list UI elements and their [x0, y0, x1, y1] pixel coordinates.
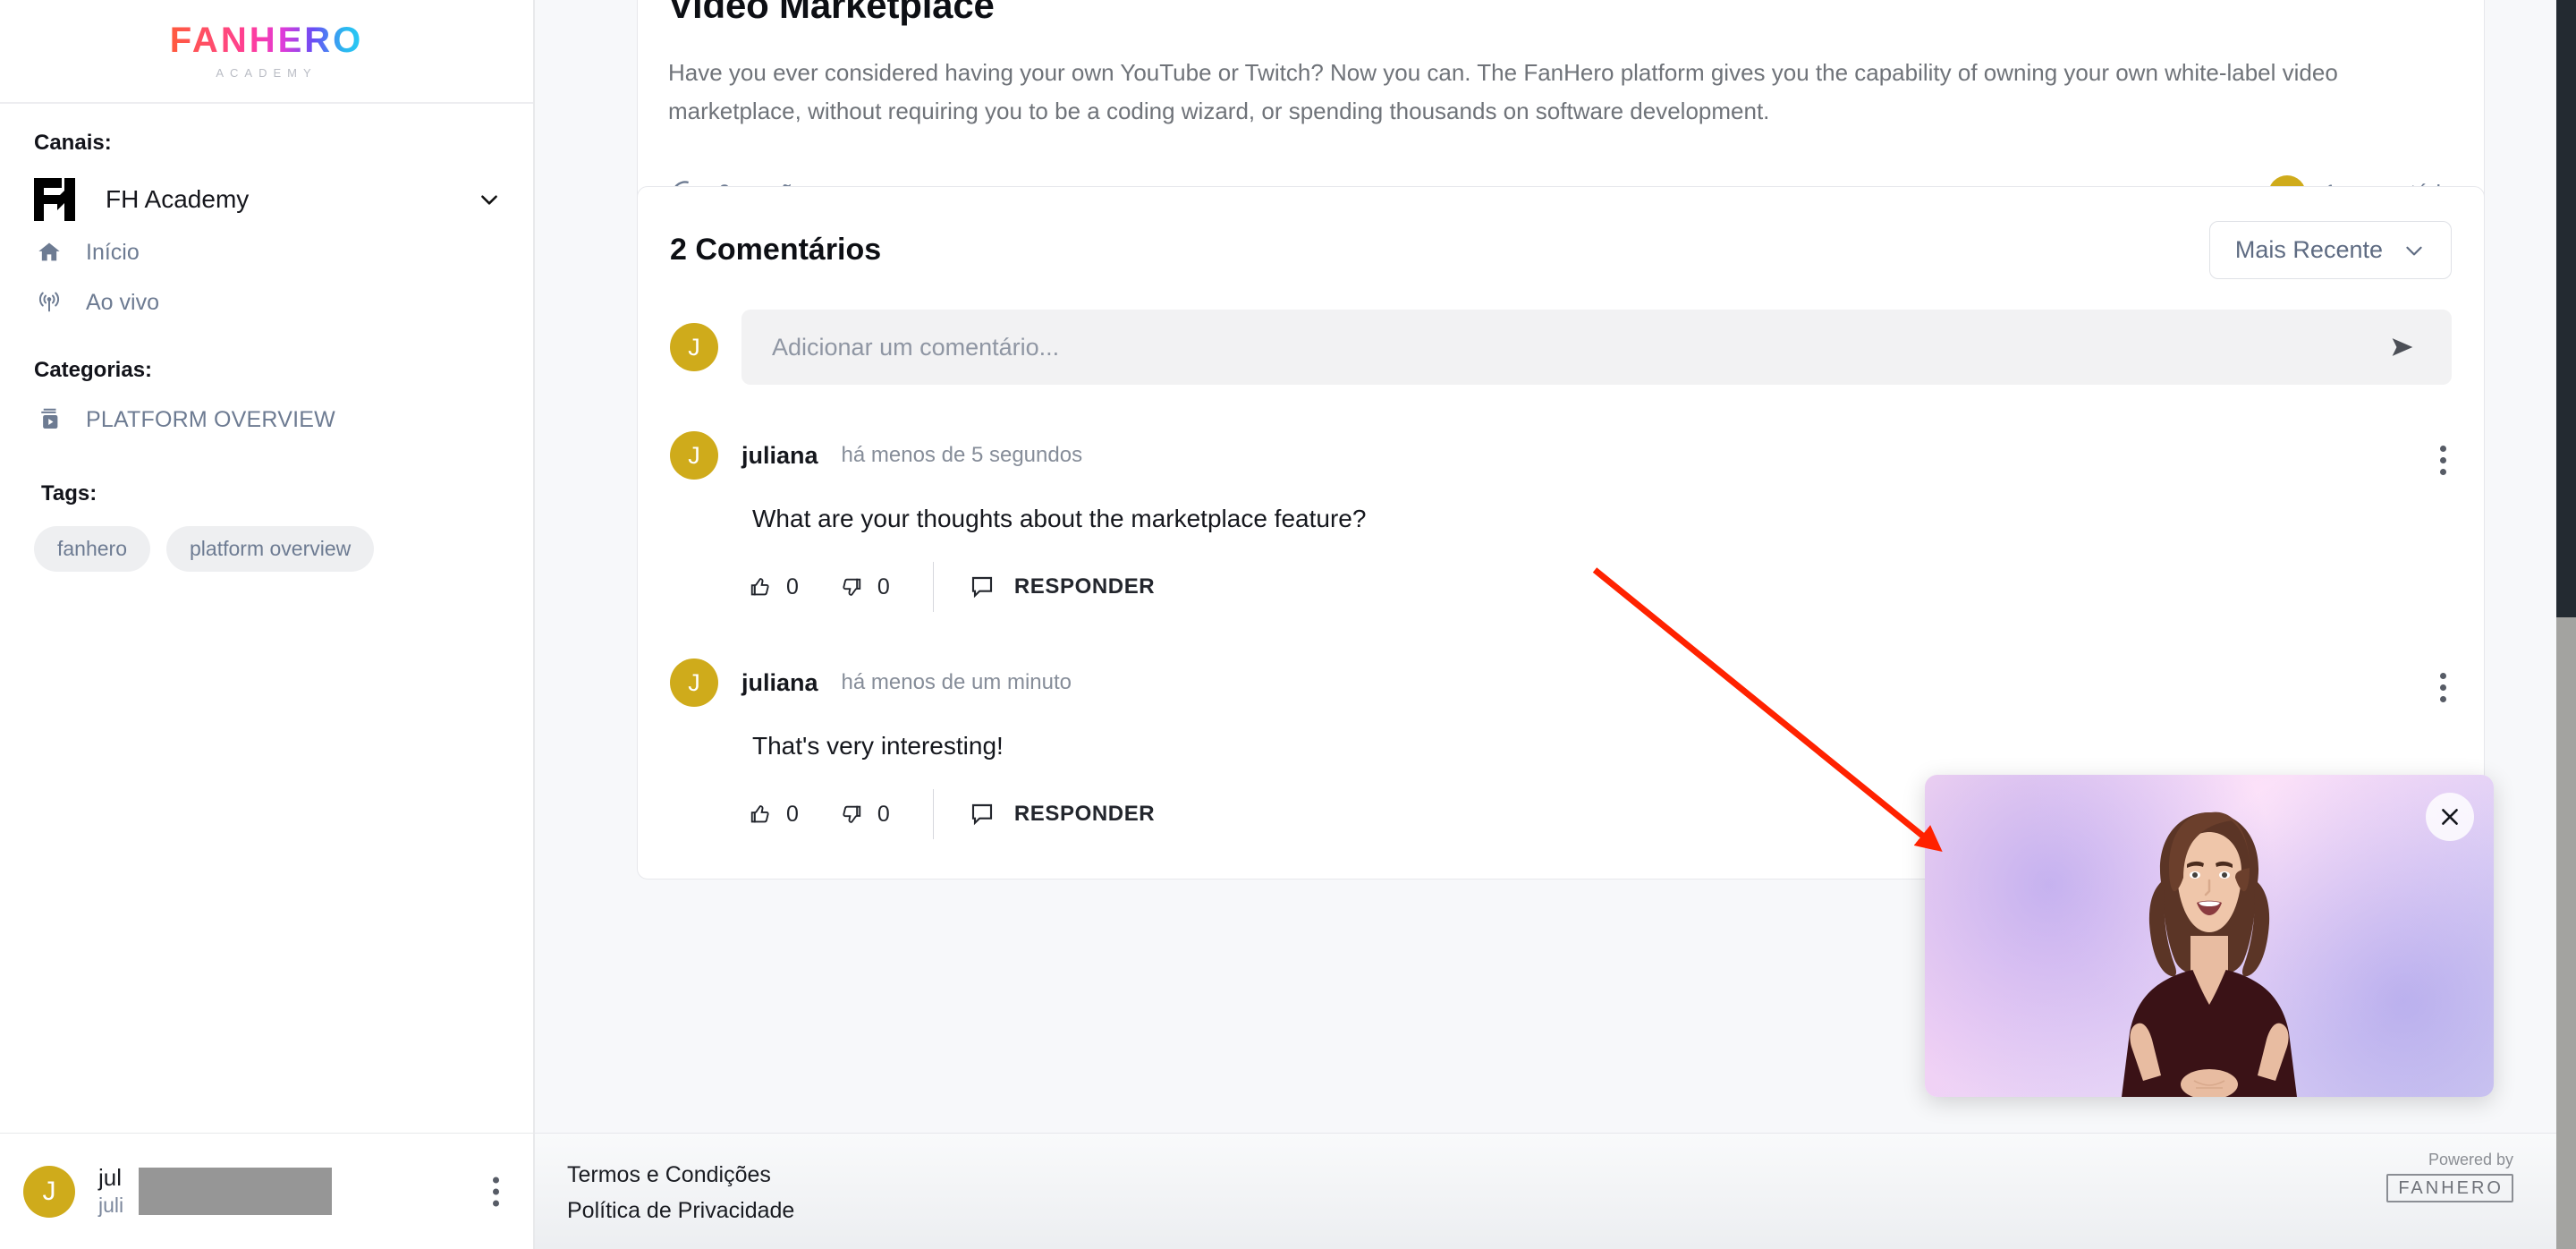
like-button[interactable]: 0	[747, 574, 799, 600]
video-presenter-figure	[2122, 811, 2297, 1097]
categories-heading: Categorias:	[34, 358, 153, 382]
user-identity: jul juli	[98, 1164, 124, 1218]
chevron-down-icon	[2406, 246, 2422, 255]
brand-logo[interactable]: FANHERO ACADEMY	[0, 0, 533, 104]
comment-header: J juliana há menos de 5 segundos	[670, 431, 2452, 480]
live-broadcast-icon	[36, 290, 66, 315]
comment-item: J juliana há menos de 5 segundos What ar…	[670, 431, 2452, 612]
video-collection-icon	[36, 406, 66, 433]
dislike-button[interactable]: 0	[838, 801, 890, 828]
tag-chip[interactable]: platform overview	[166, 526, 375, 572]
thumbs-down-icon	[843, 805, 861, 823]
app-root: FANHERO ACADEMY Canais: FH Academy Iníci…	[0, 0, 2576, 1249]
comment-bubble-icon	[971, 576, 992, 599]
comments-sort-dropdown[interactable]: Mais Recente	[2208, 221, 2452, 279]
tag-chip[interactable]: fanhero	[34, 526, 151, 572]
user-name: jul	[98, 1164, 123, 1192]
sidebar-item-ao-vivo[interactable]: Ao vivo	[0, 277, 533, 327]
footer-link-privacy[interactable]: Política de Privacidade	[567, 1193, 2576, 1228]
comment-timestamp: há menos de 5 segundos	[841, 443, 1083, 467]
comment-author: juliana	[741, 441, 818, 469]
reply-button[interactable]: RESPONDER	[968, 573, 1155, 601]
powered-by-label: Powered by	[2428, 1150, 2513, 1168]
avatar: J	[670, 431, 718, 480]
scrollbar-thumb[interactable]	[2556, 0, 2576, 617]
sidebar-item-inicio[interactable]: Início	[0, 227, 533, 277]
powered-by-brand: FANHERO	[2386, 1174, 2513, 1202]
dislike-count: 0	[877, 574, 890, 599]
comment-bubble-icon	[971, 803, 992, 826]
like-count: 0	[786, 801, 799, 827]
powered-by-badge: Powered by FANHERO	[2386, 1150, 2513, 1202]
footer: Termos e Condições Política de Privacida…	[535, 1133, 2576, 1249]
comments-header: 2 Comentários Mais Recente	[670, 187, 2452, 279]
kebab-menu-icon[interactable]	[2440, 446, 2446, 475]
post-description: Have you ever considered having your own…	[668, 59, 2338, 124]
sidebar-user-bar[interactable]: J jul juli	[0, 1133, 533, 1249]
fanhero-mark-icon	[34, 178, 75, 221]
user-email: juli	[98, 1194, 124, 1218]
kebab-menu-icon[interactable]	[493, 1177, 499, 1206]
sidebar-item-label: Início	[86, 239, 140, 265]
thumbs-down-icon	[843, 578, 861, 596]
chevron-down-icon	[481, 195, 497, 205]
sidebar: FANHERO ACADEMY Canais: FH Academy Iníci…	[0, 0, 535, 1249]
send-icon[interactable]	[2384, 332, 2421, 362]
like-count: 0	[786, 574, 799, 599]
sidebar-item-label: Ao vivo	[86, 289, 159, 315]
sidebar-scroll-area: Canais: FH Academy Início Ao vivo Catego…	[0, 104, 533, 1133]
comment-header: J juliana há menos de um minuto	[670, 658, 2452, 707]
actions-divider	[932, 562, 934, 612]
main-content: Video Marketplace Have you ever consider…	[535, 0, 2576, 1249]
comment-input[interactable]	[772, 333, 2366, 361]
close-icon[interactable]	[2426, 793, 2474, 841]
redaction-overlay	[139, 1168, 332, 1215]
academy-logo-subtext: ACADEMY	[216, 66, 318, 80]
reply-label: RESPONDER	[1013, 574, 1156, 599]
tags-list: fanhero platform overview	[0, 526, 533, 572]
sidebar-item-platform-overview[interactable]: PLATFORM OVERVIEW	[0, 394, 533, 446]
comments-title: 2 Comentários	[670, 233, 882, 267]
fanhero-logo-text: FANHERO	[169, 21, 364, 60]
like-button[interactable]: 0	[747, 801, 799, 828]
page-scrollbar[interactable]	[2556, 0, 2576, 1249]
home-icon	[36, 240, 66, 265]
footer-link-terms[interactable]: Termos e Condições	[567, 1157, 2576, 1193]
sidebar-item-label: PLATFORM OVERVIEW	[86, 406, 335, 432]
dislike-count: 0	[877, 801, 890, 827]
comment-actions: 0 0 RESPONDER	[670, 562, 2452, 612]
comment-timestamp: há menos de um minuto	[841, 670, 1072, 694]
new-comment-row: J	[670, 310, 2452, 385]
channel-selector[interactable]: FH Academy	[0, 172, 533, 227]
actions-divider	[932, 789, 934, 839]
avatar: J	[670, 323, 718, 371]
comment-body: That's very interesting!	[752, 732, 1004, 760]
channels-heading: Canais:	[34, 131, 112, 155]
thumbs-up-icon	[750, 578, 769, 596]
channel-name: FH Academy	[106, 185, 250, 213]
floating-video-player[interactable]	[1925, 775, 2494, 1097]
thumbs-up-icon	[750, 805, 769, 823]
dislike-button[interactable]: 0	[838, 574, 890, 600]
reply-label: RESPONDER	[1013, 802, 1156, 826]
avatar: J	[670, 658, 718, 707]
tags-heading: Tags:	[41, 481, 97, 506]
avatar[interactable]: J	[23, 1165, 75, 1218]
comment-body: What are your thoughts about the marketp…	[752, 505, 1367, 532]
comment-input-wrapper[interactable]	[741, 310, 2452, 385]
kebab-menu-icon[interactable]	[2440, 673, 2446, 702]
reply-button[interactable]: RESPONDER	[968, 800, 1155, 828]
comments-sort-label: Mais Recente	[2234, 236, 2383, 263]
page-title: Video Marketplace	[668, 0, 995, 26]
comment-author: juliana	[741, 668, 818, 696]
